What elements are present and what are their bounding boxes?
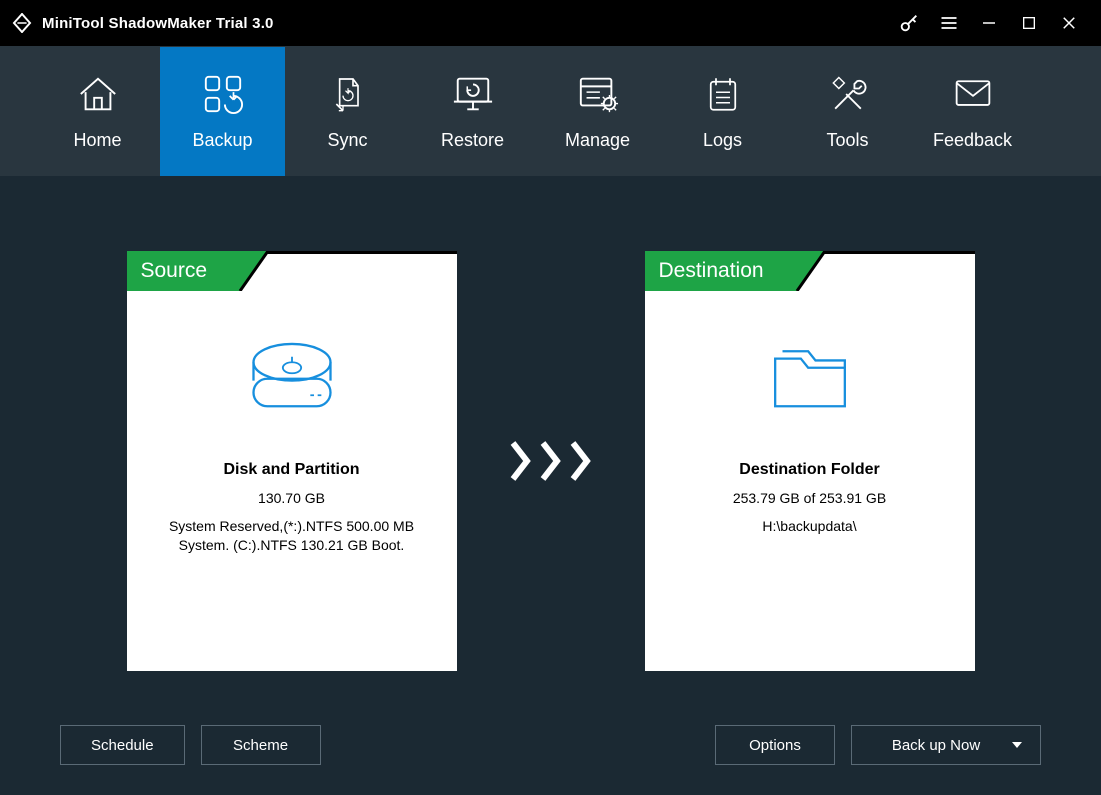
close-button[interactable] xyxy=(1049,0,1089,46)
nav-backup[interactable]: Backup xyxy=(160,47,285,176)
content-area: Source Disk and Partition 130.70 GB Syst… xyxy=(0,176,1101,795)
main-nav: Home Backup Sync Restore xyxy=(0,46,1101,176)
backup-icon xyxy=(200,72,246,116)
nav-label: Sync xyxy=(327,130,367,151)
backup-now-label: Back up Now xyxy=(892,737,980,754)
bottom-toolbar: Schedule Scheme Options Back up Now xyxy=(60,725,1041,765)
source-card[interactable]: Source Disk and Partition 130.70 GB Syst… xyxy=(127,251,457,671)
destination-size: 253.79 GB of 253.91 GB xyxy=(715,489,904,508)
nav-label: Restore xyxy=(441,130,504,151)
nav-label: Logs xyxy=(703,130,742,151)
tools-icon xyxy=(825,72,871,116)
minimize-button[interactable] xyxy=(969,0,1009,46)
restore-icon xyxy=(450,72,496,116)
menu-icon[interactable] xyxy=(929,0,969,46)
source-details: System Reserved,(*:).NTFS 500.00 MB Syst… xyxy=(127,517,457,555)
nav-label: Tools xyxy=(826,130,868,151)
app-logo-icon xyxy=(10,11,34,35)
nav-label: Manage xyxy=(565,130,630,151)
schedule-button[interactable]: Schedule xyxy=(60,725,185,765)
destination-card-header: Destination xyxy=(645,251,975,291)
nav-tools[interactable]: Tools xyxy=(785,47,910,176)
nav-label: Backup xyxy=(192,130,252,151)
nav-feedback[interactable]: Feedback xyxy=(910,47,1035,176)
folder-icon xyxy=(755,331,865,421)
nav-sync[interactable]: Sync xyxy=(285,47,410,176)
nav-label: Home xyxy=(73,130,121,151)
destination-card[interactable]: Destination Destination Folder 253.79 GB… xyxy=(645,251,975,671)
source-heading: Disk and Partition xyxy=(223,461,359,479)
options-button[interactable]: Options xyxy=(715,725,835,765)
disk-icon xyxy=(237,331,347,421)
source-card-header: Source xyxy=(127,251,457,291)
nav-home[interactable]: Home xyxy=(35,47,160,176)
activate-key-icon[interactable] xyxy=(889,0,929,46)
destination-tab-label: Destination xyxy=(645,251,786,291)
dropdown-caret-icon xyxy=(1012,742,1022,748)
titlebar: MiniTool ShadowMaker Trial 3.0 xyxy=(0,0,1101,46)
source-size: 130.70 GB xyxy=(240,489,343,508)
backup-now-button[interactable]: Back up Now xyxy=(851,725,1041,765)
app-title: MiniTool ShadowMaker Trial 3.0 xyxy=(42,15,274,32)
home-icon xyxy=(75,72,121,116)
nav-logs[interactable]: Logs xyxy=(660,47,785,176)
scheme-button[interactable]: Scheme xyxy=(201,725,321,765)
feedback-icon xyxy=(950,72,996,116)
source-tab-label: Source xyxy=(127,251,230,291)
sync-icon xyxy=(325,72,371,116)
manage-icon xyxy=(575,72,621,116)
maximize-button[interactable] xyxy=(1009,0,1049,46)
logs-icon xyxy=(700,72,746,116)
destination-path: H:\backupdata\ xyxy=(744,517,874,536)
destination-heading: Destination Folder xyxy=(739,461,879,479)
nav-restore[interactable]: Restore xyxy=(410,47,535,176)
transfer-arrows-icon xyxy=(507,439,595,483)
nav-label: Feedback xyxy=(933,130,1012,151)
nav-manage[interactable]: Manage xyxy=(535,47,660,176)
